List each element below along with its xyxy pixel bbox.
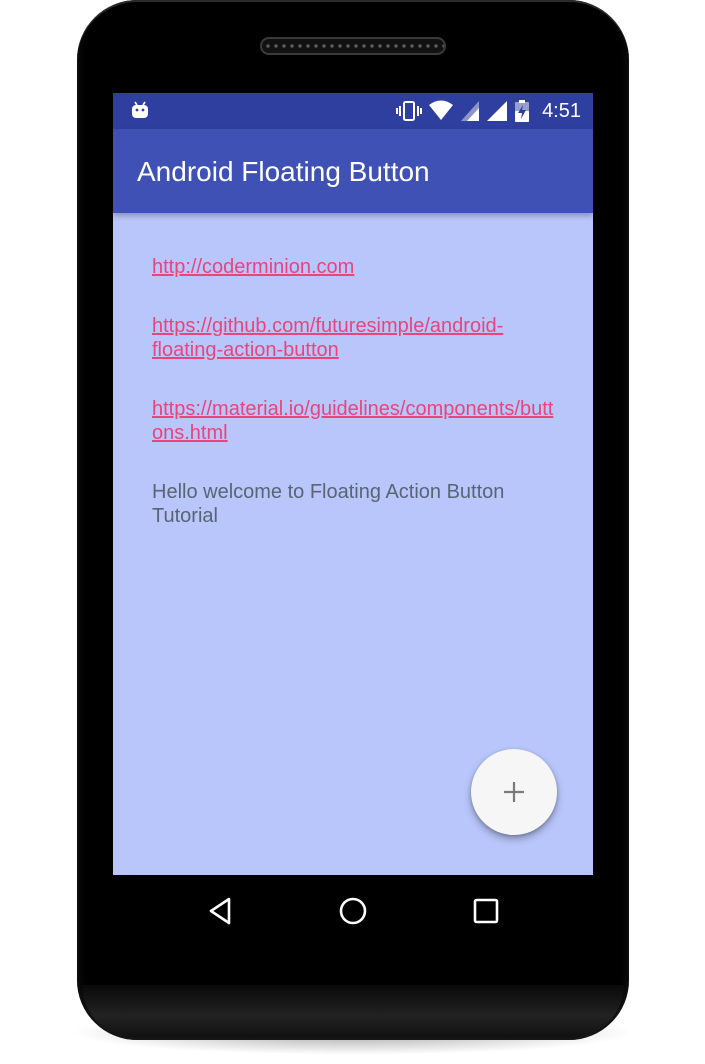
signal-icon [461,101,480,121]
battery-charging-icon [515,100,530,122]
recents-icon [474,898,499,924]
link-material-guidelines[interactable]: https://material.io/guidelines/component… [152,397,562,445]
app-title: Android Floating Button [137,156,430,187]
nav-recents-button[interactable] [466,891,506,931]
link-coderminion[interactable]: http://coderminion.com [152,255,562,279]
vibrate-icon [396,101,423,121]
phone-bottom-edge [82,985,624,1037]
floating-action-button[interactable] [471,749,557,835]
nav-home-button[interactable] [333,891,373,931]
welcome-message: Hello welcome to Floating Action Button … [152,481,505,527]
android-debug-icon [132,101,148,118]
signal-full-icon [487,101,508,121]
nav-back-button[interactable] [200,891,240,931]
main-content: http://coderminion.com https://github.co… [152,255,562,528]
navigation-bar [113,875,593,947]
app-bar: Android Floating Button [113,129,593,213]
link-github-fab[interactable]: https://github.com/futuresimple/android-… [152,314,562,362]
home-icon [339,897,367,925]
back-icon [209,897,230,925]
plus-icon [504,782,524,802]
status-icons: 4:51 [396,93,581,129]
wifi-icon [429,100,454,120]
status-bar: 4:51 [113,93,593,129]
status-time: 4:51 [542,99,581,122]
device-screen: 4:51 Android Floating Button http://code… [113,93,593,875]
earpiece-speaker [260,37,446,55]
